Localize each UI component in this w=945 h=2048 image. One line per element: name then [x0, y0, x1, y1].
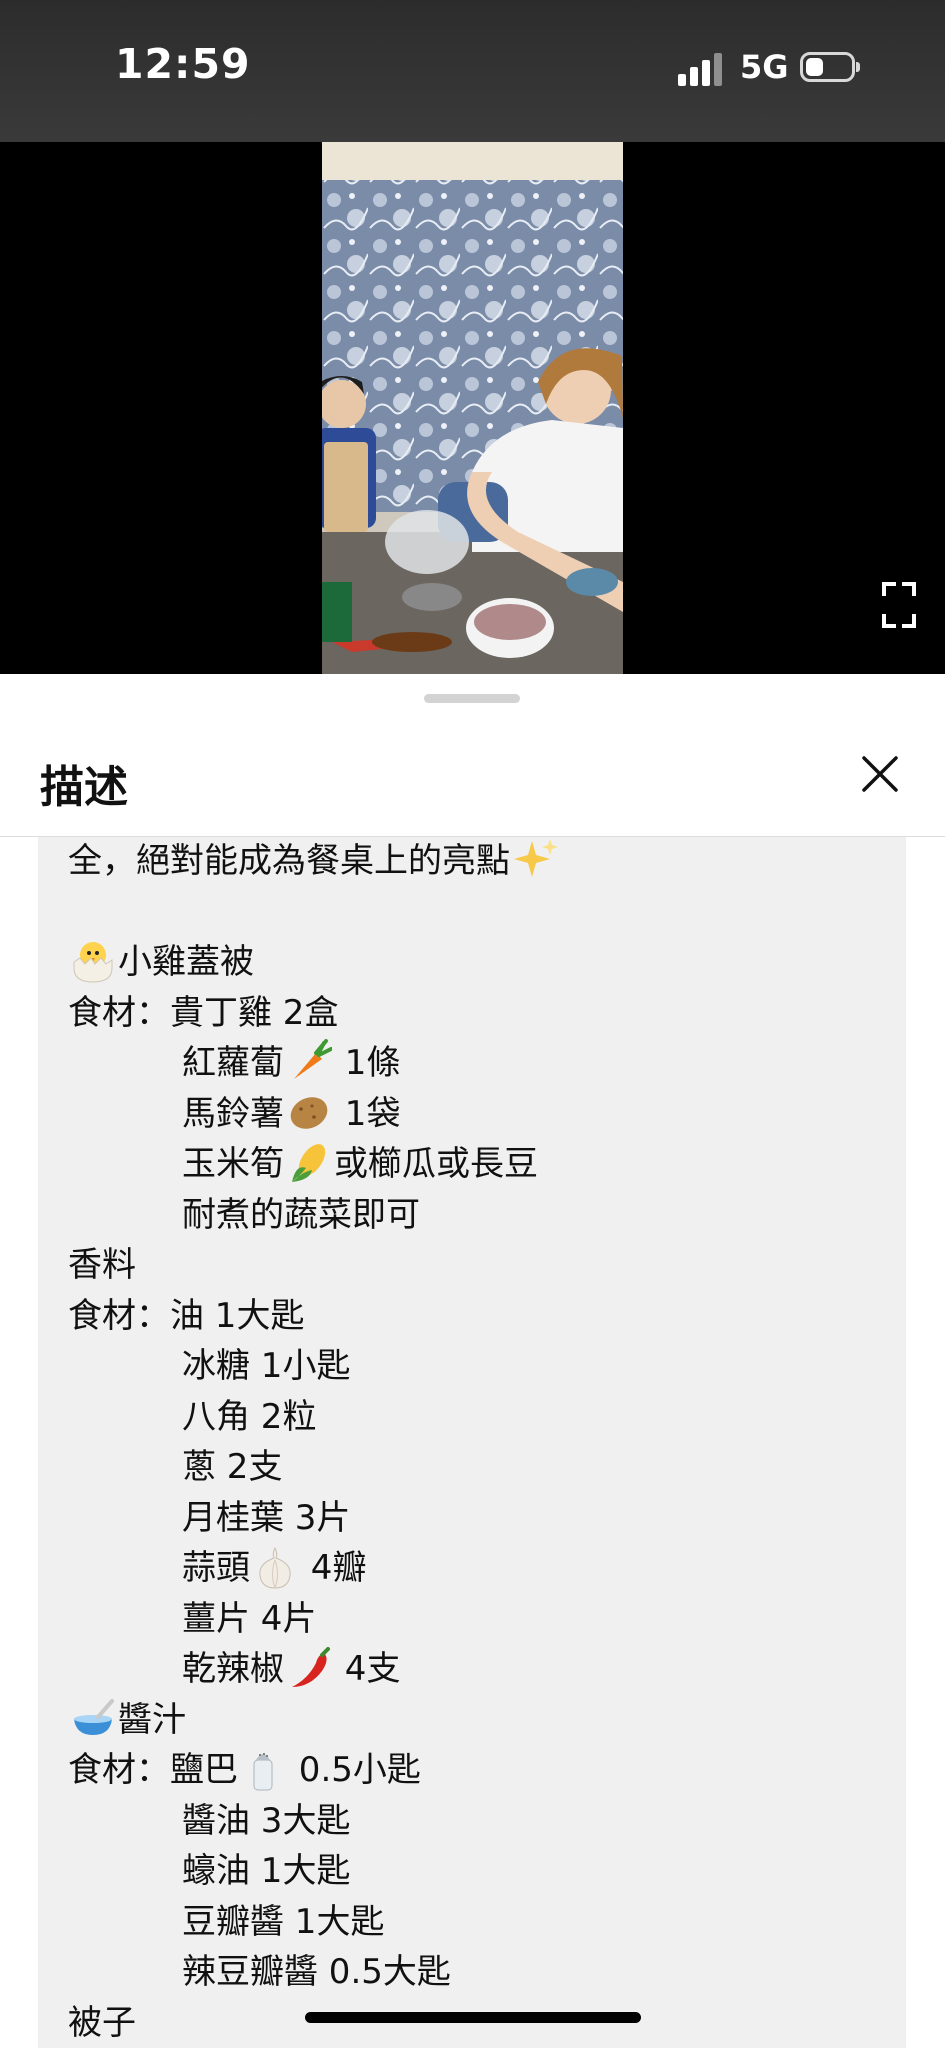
line-text-after: 0.5小匙	[288, 1750, 421, 1790]
line-text: 月桂葉 3片	[182, 1497, 351, 1538]
line-text: 紅蘿蔔	[182, 1043, 284, 1083]
line-text: 蔥 2支	[182, 1447, 283, 1487]
line-text: 辣豆瓣醬 0.5大匙	[182, 1952, 451, 1992]
description-line: 八角 2粒	[68, 1392, 896, 1443]
line-text: 食材：油 1大匙	[68, 1295, 305, 1336]
bowl-with-spoon-icon	[74, 1699, 114, 1735]
description-line	[68, 887, 896, 938]
line-text: 薑片 4片	[182, 1598, 317, 1639]
line-text: 食材：貴丁雞 2盒	[68, 992, 339, 1033]
line-text-after: 4支	[334, 1649, 401, 1689]
line-text: 被子	[68, 2002, 136, 2043]
network-type: 5G	[740, 48, 789, 86]
line-text: 醬油 3大匙	[182, 1800, 351, 1841]
line-text: 耐煮的蔬菜即可	[182, 1194, 420, 1235]
close-icon[interactable]	[854, 748, 906, 800]
line-text-after: 1袋	[334, 1093, 401, 1134]
video-frame[interactable]	[322, 142, 623, 674]
sheet-title: 描述	[40, 762, 128, 813]
description-line: 食材：油 1大匙	[68, 1291, 896, 1342]
description-lines: 全，絕對能成為餐桌上的亮點 小雞蓋被 食材：貴丁雞 2盒 紅蘿蔔 1條 馬鈴薯 1袋 玉米…	[68, 837, 896, 2048]
video-still	[322, 142, 623, 674]
description-line: 玉米筍 或櫛瓜或長豆	[68, 1139, 896, 1190]
description-line: 蔥 2支	[68, 1442, 896, 1493]
carrot-icon	[294, 1038, 332, 1079]
garlic-icon	[259, 1546, 291, 1589]
chili-pepper-icon	[292, 1646, 330, 1687]
description-line: 蒜頭 4瓣	[68, 1543, 896, 1594]
description-line: 冰糖 1小匙	[68, 1341, 896, 1392]
line-text: 香料	[68, 1245, 136, 1285]
line-text: 乾辣椒	[182, 1649, 284, 1689]
home-indicator[interactable]	[305, 2012, 641, 2023]
description-line: 醬油 3大匙	[68, 1796, 896, 1847]
salt-shaker-icon	[253, 1752, 273, 1790]
description-line: 蠔油 1大匙	[68, 1846, 896, 1897]
description-line: 馬鈴薯 1袋	[68, 1089, 896, 1140]
description-line: 食材：貴丁雞 2盒	[68, 988, 896, 1039]
potato-icon	[290, 1097, 328, 1129]
fullscreen-icon[interactable]	[882, 582, 916, 628]
line-text-after: 1條	[334, 1043, 401, 1083]
cellular-signal-icon	[678, 52, 722, 86]
description-line: 薑片 4片	[68, 1594, 896, 1645]
corn-icon	[292, 1143, 326, 1182]
line-text-after: 或櫛瓜或長豆	[334, 1144, 538, 1184]
description-line: 全，絕對能成為餐桌上的亮點	[68, 837, 896, 887]
description-sheet: 描述 全，絕對能成為餐桌上的亮點 小雞蓋被 食材：貴丁雞 2盒 紅蘿蔔 1條 馬鈴薯 1…	[0, 674, 945, 2048]
sheet-drag-handle[interactable]	[424, 694, 520, 703]
line-text: 玉米筍	[182, 1144, 284, 1184]
description-line: 小雞蓋被	[68, 937, 896, 988]
description-line: 紅蘿蔔 1條	[68, 1038, 896, 1089]
line-text: 冰糖 1小匙	[182, 1346, 351, 1386]
line-text: 全，絕對能成為餐桌上的亮點	[68, 841, 510, 881]
status-time: 12:59	[115, 40, 251, 88]
line-text: 蒜頭	[182, 1548, 250, 1588]
status-bar: 12:59 5G	[0, 0, 945, 142]
description-line: 乾辣椒 4支	[68, 1644, 896, 1695]
description-line: 醬汁	[68, 1695, 896, 1746]
line-text: 醬汁	[118, 1699, 186, 1740]
sparkles-icon	[514, 838, 558, 877]
description-line: 耐煮的蔬菜即可	[68, 1190, 896, 1241]
line-text: 八角 2粒	[182, 1396, 317, 1437]
line-text: 食材：鹽巴	[68, 1750, 238, 1790]
description-text-area[interactable]: 全，絕對能成為餐桌上的亮點 小雞蓋被 食材：貴丁雞 2盒 紅蘿蔔 1條 馬鈴薯 1袋 玉米…	[38, 837, 906, 2048]
description-line: 辣豆瓣醬 0.5大匙	[68, 1947, 896, 1998]
line-text: 蠔油 1大匙	[182, 1851, 351, 1891]
line-text: 小雞蓋被	[118, 942, 254, 982]
line-text: 豆瓣醬 1大匙	[182, 1901, 385, 1942]
description-line: 食材：鹽巴 0.5小匙	[68, 1745, 896, 1796]
hatching-chick-icon	[73, 941, 113, 983]
video-player[interactable]	[0, 142, 945, 674]
description-line: 豆瓣醬 1大匙	[68, 1897, 896, 1948]
battery-icon	[800, 52, 860, 82]
description-line: 月桂葉 3片	[68, 1493, 896, 1544]
line-text-after: 4瓣	[300, 1548, 367, 1588]
description-line: 香料	[68, 1240, 896, 1291]
line-text: 馬鈴薯	[182, 1093, 284, 1134]
